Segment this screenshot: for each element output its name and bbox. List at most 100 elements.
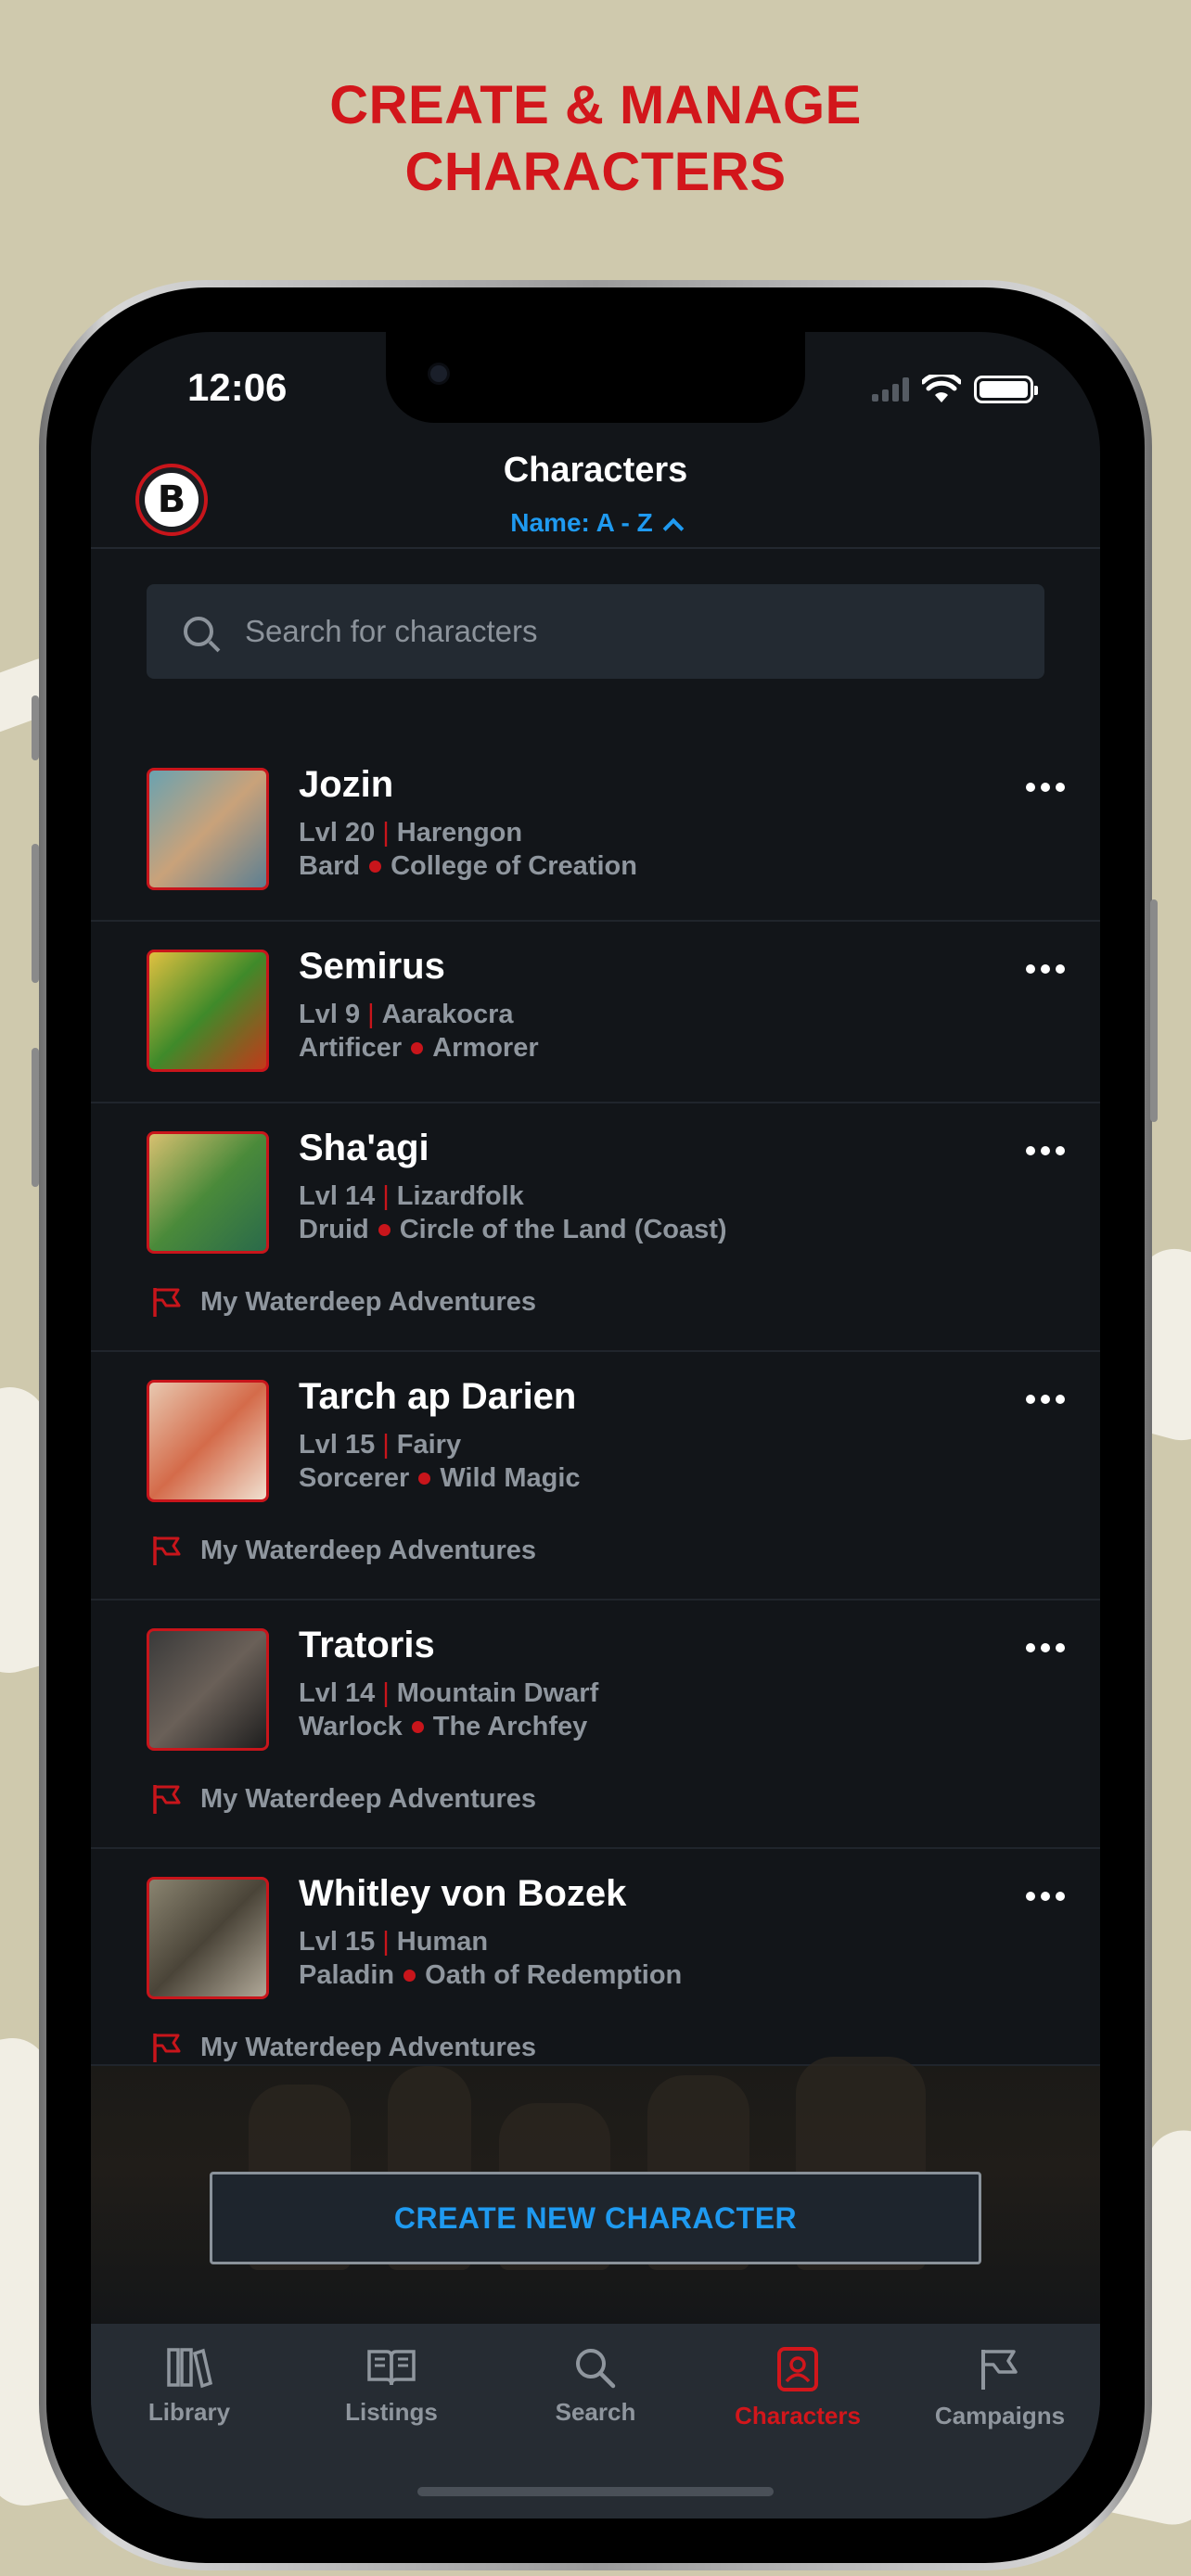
flag-icon	[153, 2034, 181, 2062]
promo-headline: CREATE & MANAGE CHARACTERS	[0, 72, 1191, 206]
character-campaign[interactable]: My Waterdeep Adventures	[150, 1285, 536, 1319]
character-avatar[interactable]	[147, 1380, 269, 1502]
more-options-button[interactable]	[1026, 1395, 1065, 1404]
character-row[interactable]: Whitley von Bozek Lvl 15 | Human Paladin Oath…	[91, 1849, 1100, 2066]
more-options-button[interactable]	[1026, 1146, 1065, 1155]
flag-icon	[153, 1288, 181, 1317]
tab-label: Search	[555, 2398, 636, 2426]
character-race: Human	[396, 1927, 489, 1957]
library-icon	[167, 2348, 212, 2389]
character-subclass: The Archfey	[432, 1712, 588, 1741]
character-subclass: Oath of Redemption	[425, 1960, 683, 1990]
character-row[interactable]: Jozin Lvl 20 | Harengon Bard College of Creat…	[91, 740, 1100, 922]
character-subclass: Wild Magic	[440, 1463, 581, 1493]
character-level: Lvl 14	[299, 1181, 376, 1211]
tab-characters[interactable]: Characters	[705, 2346, 890, 2430]
create-new-character-button[interactable]: CREATE NEW CHARACTER	[210, 2172, 981, 2264]
tab-label: Campaigns	[934, 2402, 1066, 2429]
dot-separator	[369, 861, 382, 873]
separator: |	[382, 1927, 390, 1957]
character-avatar[interactable]	[147, 1877, 269, 1999]
status-icons	[872, 375, 1038, 404]
notch	[386, 332, 805, 423]
character-name: Sha'agi	[299, 1128, 429, 1168]
tab-label: Characters	[735, 2402, 861, 2429]
character-name: Whitley von Bozek	[299, 1873, 627, 1914]
campaign-name: My Waterdeep Adventures	[200, 1535, 537, 1565]
character-row[interactable]: Semirus Lvl 9 | Aarakocra Artificer Armorer	[91, 922, 1100, 1103]
separator: |	[382, 818, 390, 848]
separator: |	[382, 1181, 390, 1211]
phone-side-button	[1150, 899, 1158, 1122]
character-class-line: Artificer Armorer	[299, 1033, 539, 1064]
character-level: Lvl 9	[299, 1000, 361, 1029]
tab-listings[interactable]: Listings	[299, 2346, 484, 2427]
more-options-button[interactable]	[1026, 1892, 1065, 1901]
more-options-button[interactable]	[1026, 1643, 1065, 1652]
character-race: Mountain Dwarf	[396, 1678, 599, 1708]
character-name: Semirus	[299, 946, 445, 987]
tab-label: Library	[147, 2398, 231, 2426]
character-subclass: Circle of the Land (Coast)	[399, 1215, 727, 1244]
character-class: Warlock	[299, 1712, 403, 1741]
character-class: Bard	[299, 851, 361, 881]
search-bar[interactable]	[147, 584, 1044, 679]
search-input[interactable]	[245, 614, 1005, 649]
character-level-race: Lvl 14 | Mountain Dwarf	[299, 1678, 598, 1709]
tab-label: Listings	[345, 2398, 438, 2426]
character-avatar[interactable]	[147, 1628, 269, 1751]
character-class: Druid	[299, 1215, 369, 1244]
flag-icon	[153, 1537, 181, 1565]
phone-side-button	[32, 1048, 39, 1187]
sort-label: Name: A - Z	[510, 508, 653, 537]
character-name: Tarch ap Darien	[299, 1376, 577, 1417]
home-indicator	[417, 2487, 774, 2496]
dot-separator	[418, 1473, 431, 1485]
more-options-button[interactable]	[1026, 964, 1065, 974]
character-campaign[interactable]: My Waterdeep Adventures	[150, 2031, 536, 2064]
separator: |	[382, 1430, 390, 1460]
phone-side-button	[32, 695, 39, 760]
search-icon	[184, 617, 213, 646]
character-subclass: Armorer	[432, 1033, 539, 1063]
page-title: Characters	[503, 451, 688, 490]
character-class: Paladin	[299, 1960, 395, 1990]
tab-library[interactable]: Library	[96, 2346, 282, 2427]
book-icon	[367, 2350, 416, 2386]
character-name: Tratoris	[299, 1625, 435, 1665]
character-avatar[interactable]	[147, 950, 269, 1072]
character-level-race: Lvl 9 | Aarakocra	[299, 1000, 514, 1030]
character-row[interactable]: Tarch ap Darien Lvl 15 | Fairy Sorcerer Wild …	[91, 1352, 1100, 1600]
character-class-line: Sorcerer Wild Magic	[299, 1463, 581, 1494]
tab-search[interactable]: Search	[503, 2346, 688, 2427]
dot-separator	[411, 1042, 424, 1054]
app-screen: 12:06 B Characters Name: A - Z Jozin Lvl …	[91, 332, 1100, 2519]
dot-separator	[403, 1970, 416, 1982]
character-class-line: Bard College of Creation	[299, 851, 637, 882]
character-level: Lvl 15	[299, 1430, 376, 1460]
sort-toggle[interactable]: Name: A - Z	[91, 508, 1100, 540]
character-race: Lizardfolk	[396, 1181, 524, 1211]
character-class: Sorcerer	[299, 1463, 410, 1493]
character-campaign[interactable]: My Waterdeep Adventures	[150, 1534, 536, 1567]
phone-side-button	[32, 844, 39, 983]
character-race: Aarakocra	[381, 1000, 514, 1029]
character-avatar[interactable]	[147, 768, 269, 890]
character-class-line: Warlock The Archfey	[299, 1712, 587, 1742]
chevron-up-icon	[662, 517, 685, 540]
character-subclass: College of Creation	[391, 851, 637, 881]
promo-line-2: CHARACTERS	[404, 142, 787, 202]
search-icon	[576, 2349, 616, 2389]
character-avatar[interactable]	[147, 1131, 269, 1254]
character-level: Lvl 20	[299, 818, 376, 848]
tab-campaigns[interactable]: Campaigns	[907, 2346, 1093, 2430]
character-level: Lvl 14	[299, 1678, 376, 1708]
character-level-race: Lvl 14 | Lizardfolk	[299, 1181, 524, 1212]
character-row[interactable]: Sha'agi Lvl 14 | Lizardfolk Druid Circle of t…	[91, 1103, 1100, 1352]
character-row[interactable]: Tratoris Lvl 14 | Mountain Dwarf Warlock The …	[91, 1600, 1100, 1849]
dot-separator	[411, 1721, 424, 1733]
dot-separator	[378, 1224, 391, 1236]
character-campaign[interactable]: My Waterdeep Adventures	[150, 1782, 536, 1816]
more-options-button[interactable]	[1026, 783, 1065, 792]
campaign-name: My Waterdeep Adventures	[200, 2032, 537, 2062]
